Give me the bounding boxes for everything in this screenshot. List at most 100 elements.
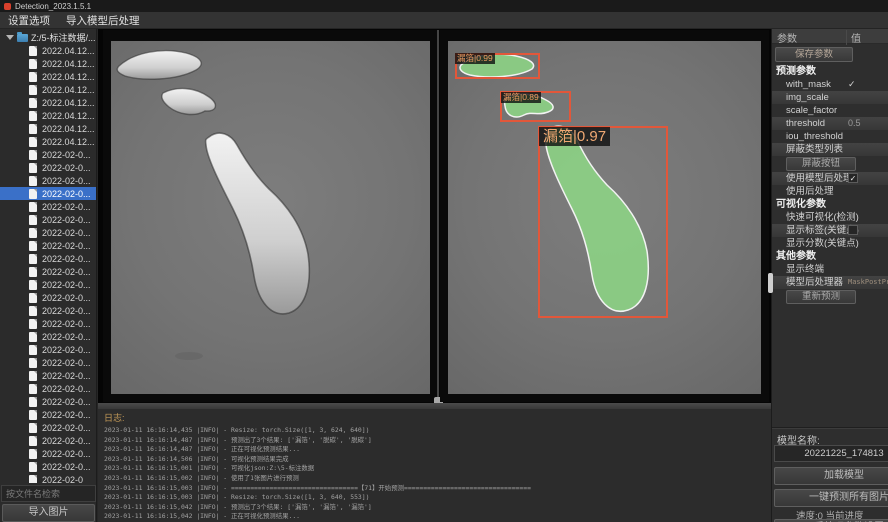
file-name: 2022.04.12... (42, 46, 95, 56)
param-row[interactable]: iou_threshold (772, 130, 888, 143)
file-list-item[interactable]: 2022-02-0... (0, 304, 96, 317)
file-list-item[interactable]: 2022-02-0 (0, 473, 96, 483)
file-list-item[interactable]: 2022-02-0... (0, 317, 96, 330)
file-icon (29, 189, 37, 199)
file-icon (29, 280, 37, 290)
file-name: 2022.04.12... (42, 85, 95, 95)
file-name: 2022-02-0... (42, 202, 91, 212)
original-image-panel[interactable] (103, 30, 437, 402)
file-list-item[interactable]: 2022-02-0... (0, 447, 96, 460)
param-row[interactable]: 显示标签(关键点) (772, 224, 888, 237)
filename-search-input[interactable] (1, 485, 96, 502)
file-list-item[interactable]: 2022.04.12... (0, 44, 96, 57)
log-panel: 日志: 2023-01-11 16:16:14,435 |INFO| - Res… (98, 409, 771, 522)
defect-blobs (111, 41, 430, 394)
param-row[interactable]: 显示终端 (772, 263, 888, 276)
tree-root[interactable]: Z:/5-标注数据/... (0, 31, 96, 44)
param-label: iou_threshold (786, 130, 843, 143)
file-name: 2022.04.12... (42, 98, 95, 108)
file-list-item[interactable]: 2022-02-0... (0, 395, 96, 408)
file-icon (29, 436, 37, 446)
param-row[interactable]: img_scale (772, 91, 888, 104)
param-value: 0.5 (848, 117, 861, 130)
image-area: 漏箔|0.99 漏箔|0.89 漏箔|0.97 (98, 29, 771, 403)
param-row[interactable]: 模型后处理器MaskPostPro (772, 276, 888, 289)
params-header-name: 参数 (777, 30, 797, 45)
file-icon (29, 397, 37, 407)
original-image (111, 41, 430, 394)
param-row[interactable]: 使用后处理 (772, 185, 888, 198)
file-name: 2022-02-0... (42, 254, 91, 264)
param-checkbox[interactable]: ✓ (848, 173, 858, 183)
param-row[interactable]: with_mask✓ (772, 78, 888, 91)
param-row[interactable]: threshold0.5 (772, 117, 888, 130)
file-list-item[interactable]: 2022-02-0... (0, 278, 96, 291)
menu-settings[interactable]: 设置选项 (0, 12, 58, 28)
file-list-item[interactable]: 2022-02-0... (0, 421, 96, 434)
log-line: 2023-01-11 16:16:14,506 |INFO| - 可视化预测结果… (104, 455, 765, 465)
file-icon (29, 254, 37, 264)
import-images-button[interactable]: 导入图片 (2, 504, 95, 522)
file-list-item[interactable]: 2022-02-0... (0, 356, 96, 369)
file-list-item[interactable]: 2022-02-0... (0, 265, 96, 278)
menu-import-postprocess[interactable]: 导入模型后处理 (58, 12, 148, 28)
file-icon (29, 319, 37, 329)
param-value: ✓ (848, 78, 856, 91)
file-list-item[interactable]: 2022-02-0... (0, 174, 96, 187)
param-row[interactable]: 使用模型后处理✓ (772, 172, 888, 185)
file-list-item[interactable]: 2022-02-0... (0, 213, 96, 226)
file-list-item[interactable]: 2022-02-0... (0, 161, 96, 174)
file-list-item[interactable]: 2022-02-0... (0, 200, 96, 213)
file-icon (29, 59, 37, 69)
file-list-item[interactable]: 2022-02-0... (0, 382, 96, 395)
file-list-item[interactable]: 2022-02-0... (0, 460, 96, 473)
param-label: 使用模型后处理 (786, 172, 853, 185)
file-list-item[interactable]: 2022.04.12... (0, 122, 96, 135)
file-icon (29, 215, 37, 225)
file-list-item[interactable]: 2022-02-0... (0, 252, 96, 265)
param-row[interactable]: scale_factor (772, 104, 888, 117)
predict-all-button[interactable]: 一键预测所有图片 (774, 489, 888, 507)
prediction-image-panel[interactable]: 漏箔|0.99 漏箔|0.89 漏箔|0.97 (440, 30, 769, 402)
param-row[interactable]: 快速可视化(检测) (772, 211, 888, 224)
file-name: 2022-02-0... (42, 280, 91, 290)
file-name: 2022-02-0... (42, 319, 91, 329)
file-list-item[interactable]: 2022-02-0... (0, 434, 96, 447)
file-list-item[interactable]: 2022.04.12... (0, 57, 96, 70)
file-name: 2022-02-0... (42, 293, 91, 303)
file-list-item[interactable]: 2022.04.12... (0, 70, 96, 83)
save-params-button[interactable]: 保存参数 (775, 47, 853, 62)
file-tree: Z:/5-标注数据/... 2022.04.12... 2022.04.12..… (0, 31, 96, 483)
file-name: 2022-02-0... (42, 436, 91, 446)
file-list-item[interactable]: 2022.04.12... (0, 96, 96, 109)
file-list-item[interactable]: 2022-02-0... (0, 330, 96, 343)
param-button[interactable]: 屏蔽按钮 (786, 157, 856, 171)
pane-splitter[interactable] (437, 30, 439, 402)
file-icon (29, 111, 37, 121)
file-list-item[interactable]: 2022-02-0... (0, 291, 96, 304)
expander-icon[interactable] (6, 35, 14, 40)
folder-icon (17, 34, 28, 42)
file-list-item[interactable]: 2022-02-0... (0, 226, 96, 239)
file-list-item[interactable]: 2022-02-0... (0, 239, 96, 252)
log-line: 2023-01-11 16:16:15,003 |INFO| - Resize:… (104, 493, 765, 503)
param-label: scale_factor (786, 104, 837, 117)
file-list-item[interactable]: 2022-02-0... (0, 369, 96, 382)
file-list-item[interactable]: 2022-02-0... (0, 343, 96, 356)
log-line: 2023-01-11 16:16:15,002 |INFO| - 使用了1张图片… (104, 474, 765, 484)
param-row[interactable]: 显示分数(关键点) (772, 237, 888, 250)
file-list-item[interactable]: 2022.04.12... (0, 109, 96, 122)
file-list-item[interactable]: 2022.04.12... (0, 83, 96, 96)
scrollbar-thumb[interactable] (768, 273, 773, 293)
file-list-item[interactable]: 2022.04.12... (0, 135, 96, 148)
file-list-item[interactable]: 2022-02-0... (0, 408, 96, 421)
file-list-item[interactable]: 2022-02-0... (0, 187, 96, 200)
param-button[interactable]: 重新预测 (786, 290, 856, 304)
model-name-field[interactable]: 20221225_174813 (774, 445, 888, 462)
detection-label: 漏箔|0.89 (501, 92, 541, 103)
param-checkbox[interactable] (848, 225, 858, 235)
param-row[interactable]: 屏蔽类型列表 (772, 143, 888, 156)
load-model-button[interactable]: 加载模型 (774, 467, 888, 485)
menu-bar: 设置选项 导入模型后处理 (0, 12, 888, 29)
file-list-item[interactable]: 2022-02-0... (0, 148, 96, 161)
